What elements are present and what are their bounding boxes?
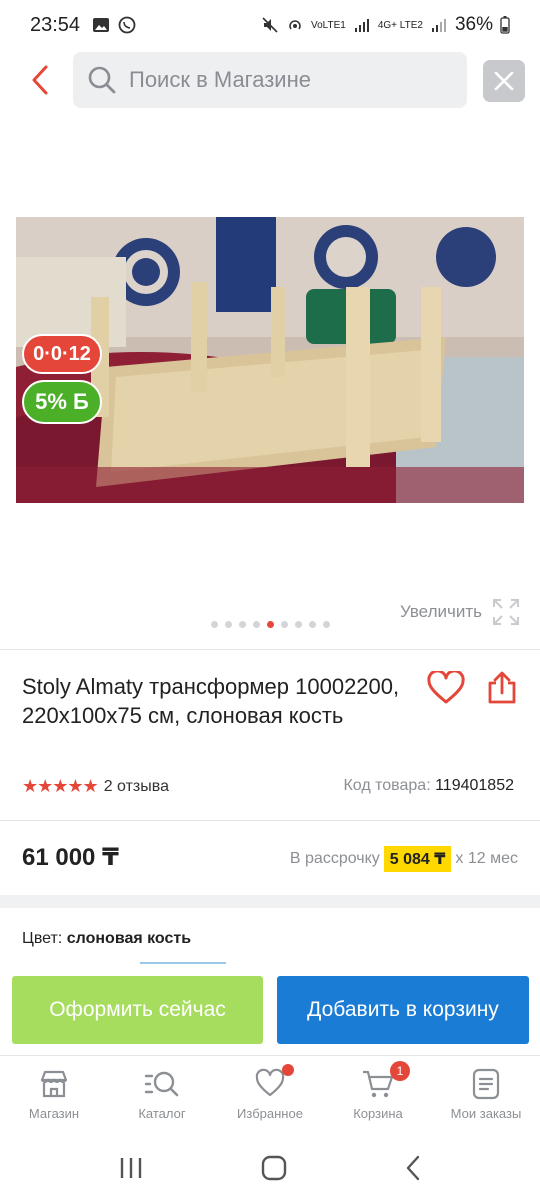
- nav-label: Корзина: [353, 1106, 403, 1121]
- network1-label: VoLTE1: [311, 19, 346, 31]
- search-icon: [88, 66, 116, 94]
- battery-level: 36%: [454, 14, 493, 35]
- installment-amount: 5 084 ₸: [383, 846, 452, 872]
- status-bar: 23:54 VoLTE1 4G+ LTE2 36%: [0, 0, 540, 50]
- gallery-dot[interactable]: [224, 621, 232, 628]
- hotspot-icon: [289, 20, 301, 30]
- home-icon[interactable]: [261, 1155, 287, 1181]
- status-time: 23:54: [30, 13, 81, 36]
- divider: [0, 820, 540, 821]
- product-title: Stoly Almaty трансформер 10002200, 220x1…: [22, 674, 400, 728]
- favorite-button[interactable]: [426, 668, 466, 708]
- gallery-dot[interactable]: [322, 621, 330, 628]
- battery-icon: [500, 16, 510, 34]
- share-button[interactable]: [482, 668, 522, 708]
- installment-info[interactable]: В рассрочку 5 084 ₸ x 12 мес: [290, 846, 518, 872]
- gallery-dot[interactable]: [210, 621, 218, 628]
- timer-badge: 0·0·12: [22, 334, 102, 374]
- back-nav-icon[interactable]: [404, 1155, 422, 1181]
- back-button[interactable]: [22, 60, 58, 100]
- gallery-dot-active[interactable]: [266, 621, 274, 628]
- color-value: слоновая кость: [66, 930, 192, 947]
- share-icon: [488, 671, 516, 704]
- bonus-badge: 5% Б: [22, 380, 102, 424]
- sku-label: Код товара:: [343, 777, 431, 794]
- search-input[interactable]: [129, 67, 449, 93]
- gallery-dot[interactable]: [252, 621, 260, 628]
- zoom-label: Увеличить: [400, 602, 482, 621]
- installment-suffix: x 12 мес: [455, 850, 518, 867]
- cart-count-badge: 1: [390, 1061, 410, 1081]
- nav-item-cart[interactable]: 1 Корзина: [324, 1056, 432, 1135]
- product-gallery[interactable]: 0·0·12 5% Б Увеличить: [0, 112, 540, 642]
- close-icon: [494, 71, 514, 91]
- heart-icon: [255, 1068, 285, 1097]
- gallery-dot[interactable]: [238, 621, 246, 628]
- bottom-navigation: Магазин Каталог Избранное 1 Корзина Мои …: [0, 1055, 540, 1135]
- catalog-icon: [144, 1071, 179, 1097]
- gallery-notification-icon: [93, 18, 110, 32]
- heart-icon: [427, 671, 465, 704]
- nav-item-shop[interactable]: Магазин: [0, 1056, 108, 1135]
- gallery-dot[interactable]: [280, 621, 288, 628]
- reviews-count[interactable]: 2 отзыва: [104, 778, 169, 796]
- rating-row[interactable]: ★★★★★ 2 отзыва: [22, 776, 169, 797]
- system-navigation: [0, 1135, 540, 1200]
- sku-row: Код товара: 119401852: [343, 777, 514, 795]
- rating-stars: ★★★★★: [22, 776, 99, 796]
- clear-search-button[interactable]: [483, 60, 525, 102]
- nav-label: Магазин: [28, 1106, 80, 1121]
- signal1-icon: [354, 19, 369, 32]
- gallery-dot[interactable]: [308, 621, 316, 628]
- search-bar[interactable]: [73, 52, 467, 108]
- gallery-pagination[interactable]: [0, 621, 540, 628]
- color-row: Цвет: слоновая кость: [22, 930, 191, 948]
- color-option-indicator[interactable]: [140, 962, 226, 964]
- whatsapp-notification-icon: [118, 16, 136, 34]
- search-header: [0, 50, 540, 112]
- nav-item-catalog[interactable]: Каталог: [108, 1056, 216, 1135]
- buy-now-button[interactable]: Оформить сейчас: [12, 976, 263, 1044]
- nav-label: Каталог: [138, 1106, 186, 1121]
- signal2-icon: [431, 19, 446, 32]
- recent-apps-icon[interactable]: [118, 1156, 144, 1180]
- sku-value: 119401852: [435, 777, 514, 794]
- chevron-left-icon: [32, 65, 48, 95]
- shop-icon: [40, 1070, 68, 1098]
- price: 61 000 ₸: [22, 844, 119, 871]
- nav-label: Мои заказы: [450, 1106, 522, 1121]
- orders-icon: [472, 1068, 500, 1100]
- color-label: Цвет:: [22, 930, 63, 947]
- section-separator: [0, 895, 540, 908]
- add-to-cart-button[interactable]: Добавить в корзину: [277, 976, 529, 1044]
- installment-prefix: В рассрочку: [289, 850, 380, 867]
- nav-item-favorites[interactable]: Избранное: [216, 1056, 324, 1135]
- nav-label: Избранное: [237, 1106, 303, 1121]
- nav-item-orders[interactable]: Мои заказы: [432, 1056, 540, 1135]
- mute-icon: [262, 17, 278, 33]
- gallery-dot[interactable]: [294, 621, 302, 628]
- divider: [0, 649, 540, 650]
- favorites-notification-dot: [282, 1064, 294, 1076]
- network2-label: 4G+ LTE2: [377, 19, 423, 31]
